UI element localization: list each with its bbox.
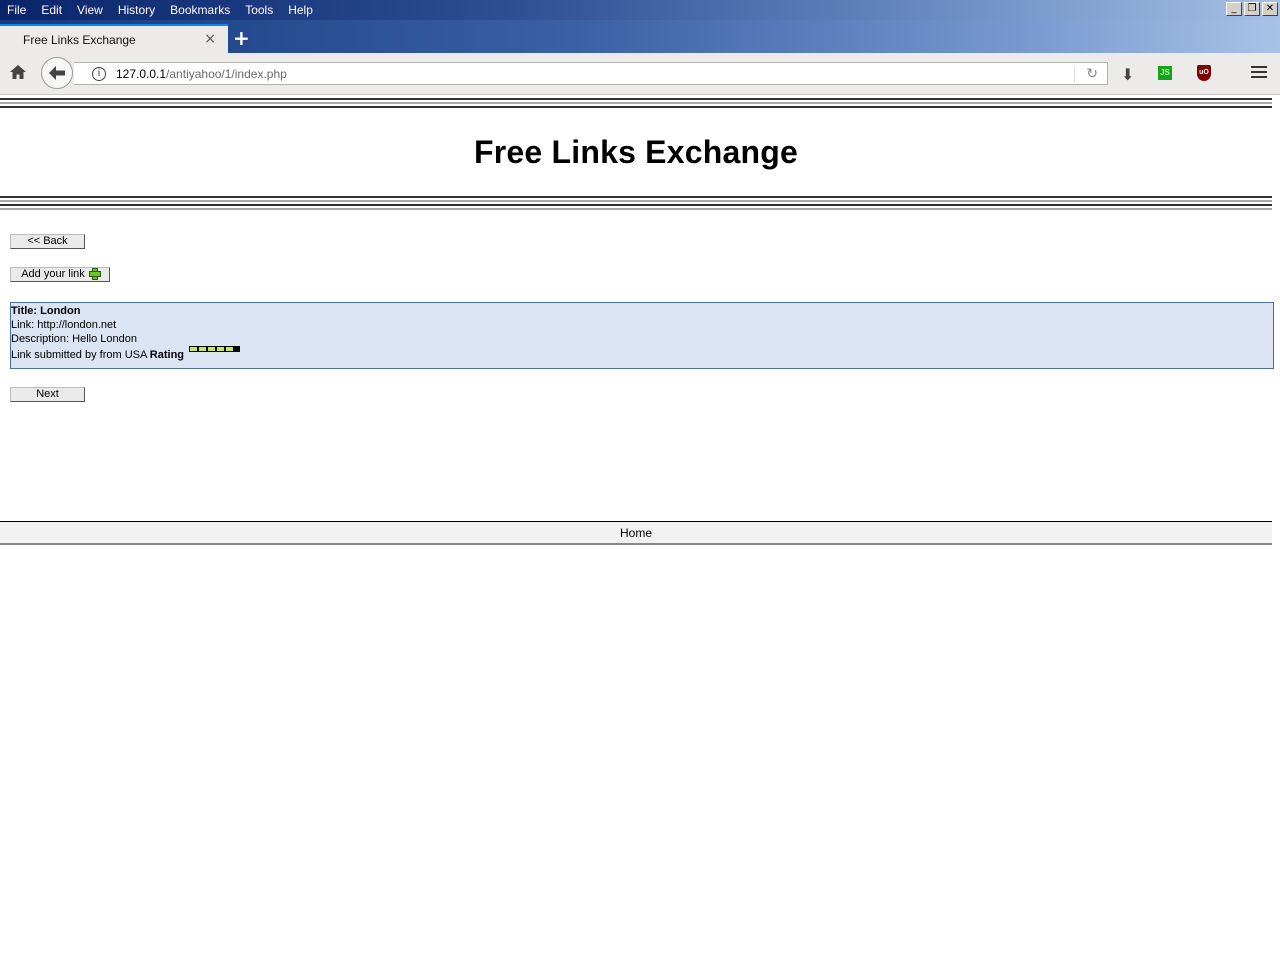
tab-close-icon[interactable]: × bbox=[204, 31, 216, 47]
plus-icon bbox=[88, 268, 101, 280]
menu-view[interactable]: View bbox=[70, 3, 111, 17]
link-entry: Title: London Link: http://london.net De… bbox=[10, 302, 1274, 369]
page-content: Free Links Exchange << Back Add your lin… bbox=[0, 96, 1280, 960]
next-button[interactable]: Next bbox=[10, 387, 85, 402]
url-separator bbox=[1074, 66, 1075, 82]
rating-label: Rating bbox=[149, 349, 185, 361]
rating-bar bbox=[189, 346, 241, 352]
menu-tools[interactable]: Tools bbox=[238, 3, 281, 17]
link-submitted: Link submitted by from USA bbox=[11, 349, 147, 361]
js-extension-icon[interactable]: JS bbox=[1158, 66, 1172, 80]
back-button[interactable] bbox=[41, 57, 73, 89]
back-arrow-icon bbox=[49, 66, 65, 80]
link-submitted-line: Link submitted by from USA Rating bbox=[11, 346, 1273, 362]
hamburger-menu-icon[interactable] bbox=[1251, 66, 1267, 80]
link-description: Description: Hello London bbox=[11, 333, 137, 345]
footer: Home bbox=[0, 521, 1272, 545]
nav-bar: i 127.0.0.1/antiyahoo/1/index.php ↻ ⬇ bbox=[0, 53, 1280, 95]
rating-segment bbox=[199, 347, 207, 351]
info-icon[interactable]: i bbox=[92, 66, 106, 81]
title-rule bbox=[0, 196, 1272, 212]
rating-segment bbox=[226, 347, 234, 351]
link-title: Title: London bbox=[11, 305, 81, 317]
menu-help[interactable]: Help bbox=[281, 3, 321, 17]
footer-home-link[interactable]: Home bbox=[620, 526, 652, 540]
url-host: 127.0.0.1 bbox=[116, 66, 167, 81]
close-icon[interactable]: ✕ bbox=[1262, 2, 1278, 16]
menu-bookmarks[interactable]: Bookmarks bbox=[163, 3, 238, 17]
link-url: Link: http://london.net bbox=[11, 319, 117, 331]
menu-bar: File Edit View History Bookmarks Tools H… bbox=[0, 0, 1280, 20]
reload-icon[interactable]: ↻ bbox=[1086, 66, 1098, 82]
menu-file[interactable]: File bbox=[0, 3, 34, 17]
tab-bar: Free Links Exchange × bbox=[0, 20, 1280, 53]
rating-segment bbox=[190, 347, 198, 351]
url-path: /antiyahoo/1/index.php bbox=[166, 66, 287, 81]
home-icon[interactable] bbox=[9, 63, 27, 81]
tab-title: Free Links Exchange bbox=[23, 32, 136, 47]
add-link-label: Add your link bbox=[21, 268, 85, 280]
rating-segment bbox=[217, 347, 225, 351]
download-icon[interactable]: ⬇ bbox=[1121, 65, 1134, 84]
page-title: Free Links Exchange bbox=[474, 134, 798, 170]
tab-active[interactable]: Free Links Exchange × bbox=[0, 24, 228, 53]
menu-history[interactable]: History bbox=[111, 3, 163, 17]
back-page-button[interactable]: << Back bbox=[10, 234, 85, 249]
ublock-icon[interactable]: uO bbox=[1197, 65, 1211, 81]
url-bar[interactable]: i 127.0.0.1/antiyahoo/1/index.php ↻ bbox=[74, 62, 1108, 85]
minimize-icon[interactable]: _ bbox=[1226, 2, 1242, 16]
restore-icon[interactable]: ❐ bbox=[1244, 2, 1260, 16]
menu-edit[interactable]: Edit bbox=[34, 3, 70, 17]
rating-segment bbox=[208, 347, 216, 351]
window-controls: _ ❐ ✕ bbox=[1226, 2, 1278, 16]
top-rule bbox=[0, 98, 1272, 110]
add-link-button[interactable]: Add your link bbox=[10, 267, 110, 282]
new-tab-icon[interactable]: + bbox=[233, 26, 250, 50]
